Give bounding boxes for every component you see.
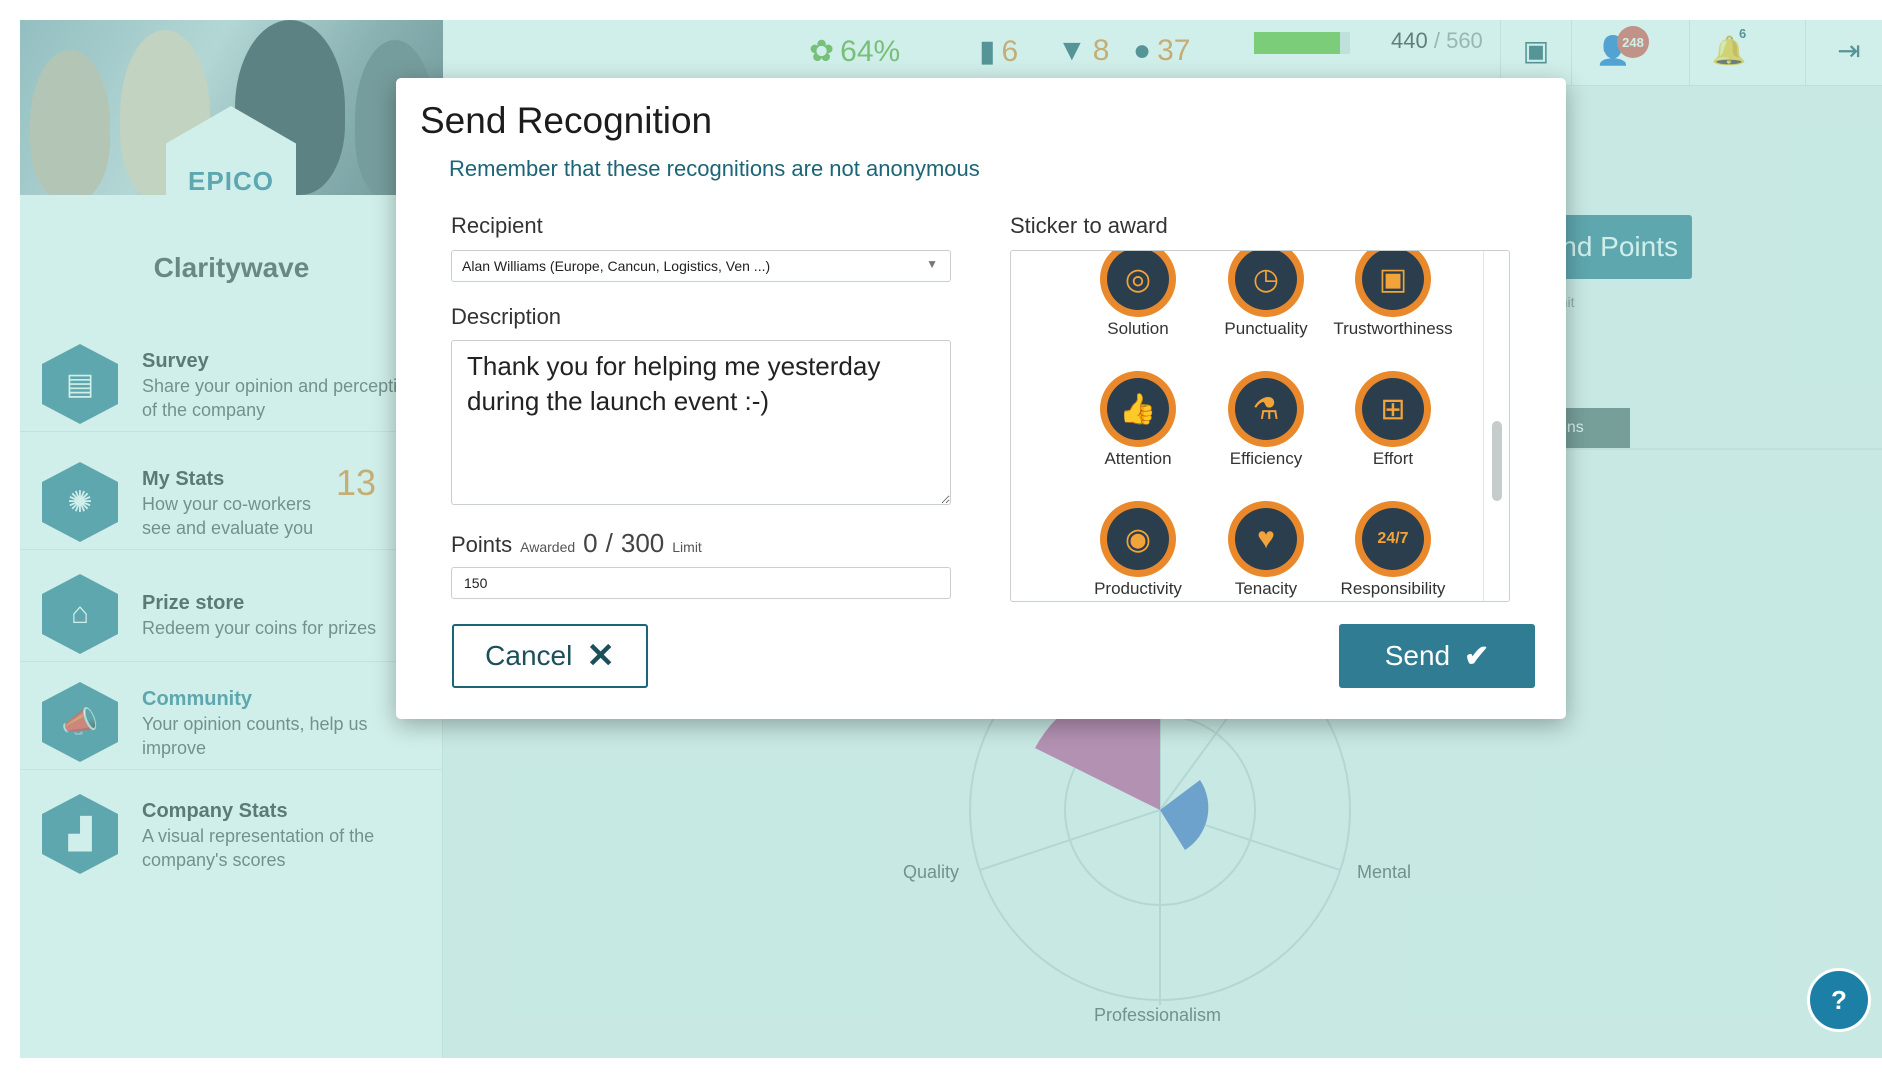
send-label: Send bbox=[1384, 640, 1451, 671]
question-icon: ? bbox=[1831, 984, 1847, 1015]
app-window: ✿ 64% ▮ 6 ▼ 8 ● 37 440 / 560 ▣ 👤 248 🔔 6… bbox=[20, 20, 1882, 1058]
description-textarea[interactable]: Thank you for helping me yesterday durin… bbox=[451, 340, 951, 505]
send-button[interactable]: Send ✔ bbox=[1339, 624, 1535, 688]
24-7-sign-icon: 24/7 bbox=[1362, 508, 1424, 570]
dialog-title: Send Recognition bbox=[420, 100, 713, 141]
close-icon: ✕ bbox=[586, 637, 615, 675]
cancel-label: Cancel bbox=[485, 640, 573, 671]
sticker-effort[interactable]: ⊞ Effort bbox=[1318, 371, 1468, 481]
sticker-label: Responsibility bbox=[1340, 579, 1446, 598]
points-separator: / bbox=[605, 528, 613, 558]
chevron-down-icon: ▼ bbox=[926, 257, 938, 271]
points-awarded-label: Awarded bbox=[520, 539, 576, 555]
points-input[interactable]: 150 bbox=[451, 567, 951, 599]
points-limit-label: Limit bbox=[672, 539, 702, 555]
points-label: Points bbox=[451, 532, 513, 557]
safe-icon: ▣ bbox=[1362, 251, 1424, 310]
sticker-label: Sticker to award bbox=[1010, 213, 1168, 238]
cards-icon: ♥ bbox=[1235, 508, 1297, 570]
points-header: Points Awarded 0 / 300 Limit bbox=[451, 528, 702, 559]
recipient-value: Alan Williams (Europe, Cancun, Logistics… bbox=[462, 258, 771, 274]
flask-icon: ⚗ bbox=[1235, 378, 1297, 440]
target-icon: ◎ bbox=[1107, 251, 1169, 310]
sticker-trustworthiness[interactable]: ▣ Trustworthiness bbox=[1318, 251, 1468, 351]
coins-icon: ◉ bbox=[1107, 508, 1169, 570]
points-awarded-value: 0 bbox=[583, 528, 598, 558]
recipient-select[interactable]: Alan Williams (Europe, Cancun, Logistics… bbox=[451, 250, 951, 282]
thumbs-up-icon: 👍 bbox=[1107, 378, 1169, 440]
sticker-responsibility[interactable]: 24/7 Responsibility bbox=[1318, 501, 1468, 601]
help-chat-button[interactable]: ? bbox=[1807, 968, 1871, 1032]
points-limit-value: 300 bbox=[620, 528, 665, 558]
description-label: Description bbox=[451, 304, 562, 329]
scrollbar-thumb[interactable] bbox=[1492, 421, 1502, 501]
dialog-subtitle: Remember that these recognitions are not… bbox=[449, 156, 980, 181]
clock-icon: ◷ bbox=[1235, 251, 1297, 310]
sticker-scrollbar[interactable] bbox=[1483, 251, 1509, 601]
barbell-icon: ⊞ bbox=[1362, 378, 1424, 440]
cancel-button[interactable]: Cancel ✕ bbox=[452, 624, 648, 688]
sticker-picker: ◎ Solution ◷ Punctuality ▣ Trustworthine… bbox=[1010, 250, 1510, 602]
recipient-label: Recipient bbox=[451, 213, 543, 238]
check-icon: ✔ bbox=[1464, 639, 1490, 673]
sticker-label: Trustworthiness bbox=[1333, 319, 1453, 338]
sticker-label: Effort bbox=[1372, 449, 1414, 468]
send-recognition-dialog: Send Recognition Remember that these rec… bbox=[396, 78, 1566, 719]
